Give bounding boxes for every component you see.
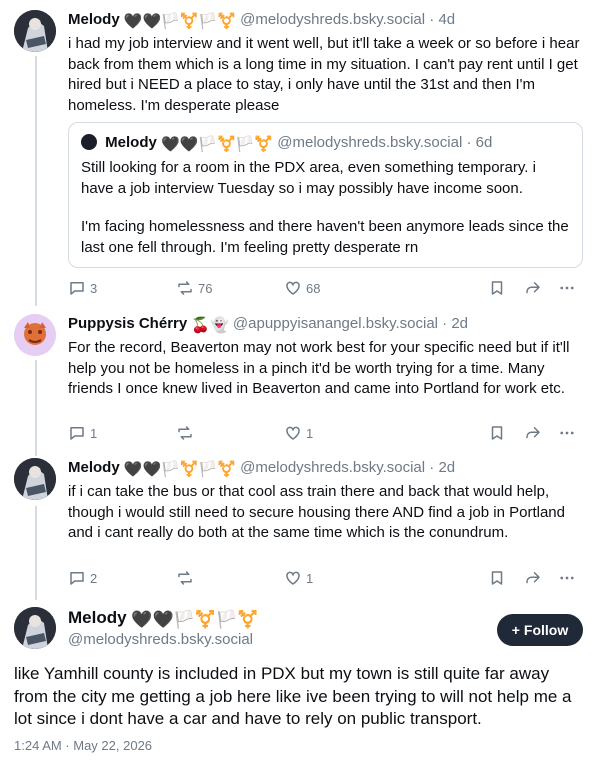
author-handle[interactable]: @apuppyisanangel.bsky.social — [233, 315, 438, 332]
author-name[interactable]: Melody — [68, 459, 120, 476]
share-button[interactable] — [524, 277, 542, 299]
like-icon — [286, 571, 300, 585]
like-icon — [286, 426, 300, 440]
bookmark-icon — [491, 426, 503, 440]
repost-button[interactable] — [176, 567, 198, 589]
thread-view: Melody 🖤🖤🏳️⚧️🏳️⚧️ @melodyshreds.bsky.soc… — [0, 0, 595, 772]
author-handle[interactable]: @melodyshreds.bsky.social — [68, 630, 253, 650]
repost-icon — [178, 571, 192, 585]
reply-icon — [70, 572, 84, 585]
repost-button[interactable]: 76 — [176, 277, 212, 299]
more-icon — [560, 431, 574, 435]
reply-icon — [70, 427, 84, 440]
thread-connector — [35, 56, 37, 306]
share-button[interactable] — [524, 567, 542, 589]
plus-icon: + — [511, 622, 520, 638]
separator: · — [466, 134, 472, 151]
thread-connector — [35, 360, 37, 456]
repost-icon — [178, 281, 192, 295]
more-button[interactable] — [558, 277, 576, 299]
name-badges: 🍒👻 — [191, 317, 229, 334]
thread-connector — [35, 506, 37, 600]
author-name[interactable]: Puppysis Chérry — [68, 315, 187, 332]
like-button[interactable]: 1 — [284, 422, 313, 444]
bookmark-icon — [491, 281, 503, 295]
reply-count: 3 — [90, 280, 98, 296]
author-handle[interactable]: @melodyshreds.bsky.social — [240, 459, 425, 476]
separator: · — [429, 459, 435, 476]
post-time[interactable]: 2d — [438, 459, 455, 476]
reply-count: 1 — [90, 425, 98, 441]
avatar[interactable] — [14, 10, 56, 52]
like-icon — [286, 281, 300, 295]
follow-button[interactable]: + Follow — [497, 614, 583, 646]
like-count: 1 — [306, 425, 314, 441]
separator: · — [442, 315, 448, 332]
repost-icon — [178, 426, 192, 440]
quoted-text: I'm facing homelessness and there haven'… — [81, 218, 569, 256]
post-time[interactable]: 2d — [451, 315, 468, 332]
post-text: For the record, Beaverton may not work b… — [68, 339, 570, 397]
post-text: i had my job interview and it went well,… — [68, 35, 580, 114]
post-actions: 1 1 — [68, 422, 583, 444]
post-timestamp[interactable]: 1:24 AM · May 22, 2026 — [14, 738, 152, 753]
more-button[interactable] — [558, 567, 576, 589]
avatar[interactable] — [14, 314, 56, 356]
main-post-text: like Yamhill county is included in PDX b… — [14, 664, 572, 728]
name-badges: 🖤🖤🏳️⚧️🏳️⚧️ — [123, 461, 236, 478]
more-button[interactable] — [558, 422, 576, 444]
like-button[interactable]: 1 — [284, 567, 313, 589]
reply-count: 2 — [90, 570, 98, 586]
reply-button[interactable]: 3 — [68, 277, 97, 299]
post-time[interactable]: 4d — [438, 11, 455, 28]
share-icon — [526, 282, 540, 294]
main-post-header: Melody 🖤🖤🏳️⚧️🏳️⚧️ @melodyshreds.bsky.soc… — [14, 605, 583, 651]
repost-count: 76 — [198, 280, 213, 296]
repost-button[interactable] — [176, 422, 198, 444]
post-actions: 3 76 68 — [68, 277, 583, 299]
share-icon — [526, 427, 540, 439]
separator: · — [429, 11, 435, 28]
like-count: 68 — [306, 280, 321, 296]
quoted-post-time: 6d — [475, 134, 493, 151]
like-button[interactable]: 68 — [284, 277, 320, 299]
share-button[interactable] — [524, 422, 542, 444]
quoted-post[interactable]: Melody 🖤🖤🏳️⚧️🏳️⚧️ @melodyshreds.bsky.soc… — [68, 122, 583, 268]
name-badges: 🖤🖤🏳️⚧️🏳️⚧️ — [131, 610, 259, 629]
bookmark-icon — [491, 571, 503, 585]
bookmark-button[interactable] — [488, 422, 506, 444]
author-handle[interactable]: @melodyshreds.bsky.social — [240, 11, 425, 28]
bookmark-button[interactable] — [488, 567, 506, 589]
quoted-author-name: Melody — [105, 134, 157, 151]
avatar — [81, 134, 97, 150]
more-icon — [560, 576, 574, 580]
author-name[interactable]: Melody — [68, 608, 127, 627]
quoted-text: Still looking for a room in the PDX area… — [81, 159, 536, 197]
reply-button[interactable]: 2 — [68, 567, 97, 589]
follow-label: Follow — [523, 622, 569, 638]
quoted-author-handle: @melodyshreds.bsky.social — [277, 134, 463, 151]
like-count: 1 — [306, 570, 314, 586]
share-icon — [526, 572, 540, 584]
reply-button[interactable]: 1 — [68, 422, 97, 444]
avatar[interactable] — [14, 607, 56, 649]
more-icon — [560, 286, 574, 290]
name-badges: 🖤🖤🏳️⚧️🏳️⚧️ — [161, 136, 274, 153]
post-actions: 2 1 — [68, 567, 583, 589]
bookmark-button[interactable] — [488, 277, 506, 299]
post-text: if i can take the bus or that cool ass t… — [68, 483, 565, 541]
reply-icon — [70, 282, 84, 295]
avatar[interactable] — [14, 458, 56, 500]
author-name[interactable]: Melody — [68, 11, 120, 28]
name-badges: 🖤🖤🏳️⚧️🏳️⚧️ — [123, 13, 236, 30]
